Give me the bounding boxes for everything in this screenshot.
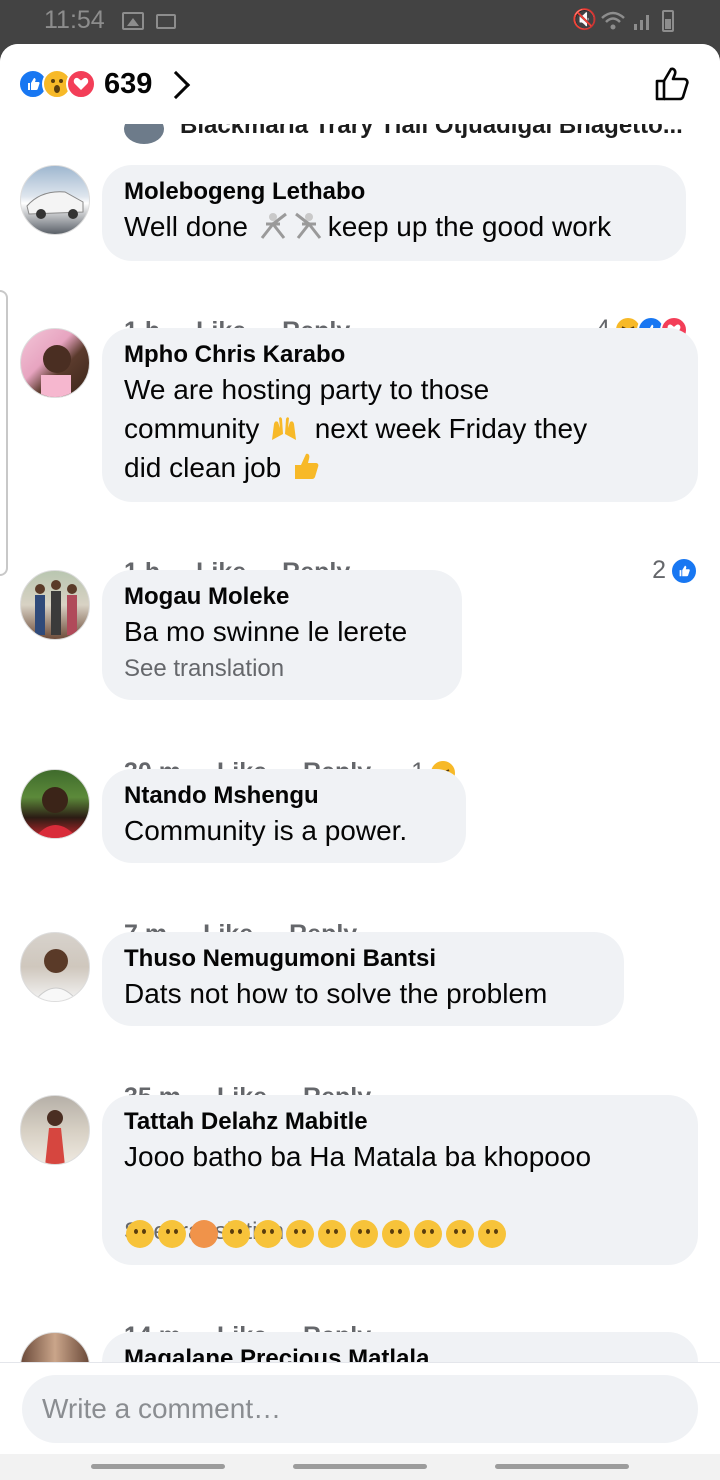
- comment-text: We are hosting party to those community n…: [124, 370, 676, 487]
- avatar[interactable]: [20, 1095, 90, 1165]
- comment-bubble[interactable]: Mogau Moleke Ba mo swinne le lerete See …: [102, 570, 462, 700]
- edge-panel-handle[interactable]: [0, 290, 8, 576]
- smirking-face-emoji-icon: [350, 1220, 378, 1248]
- comment-reaction-count: 2: [652, 556, 666, 584]
- comment-author[interactable]: Mogau Moleke: [124, 582, 440, 612]
- crying-face-emoji-icon: [126, 1220, 154, 1248]
- raising-hands-emoji-icon: [269, 413, 297, 441]
- like-outline-icon[interactable]: [652, 64, 692, 104]
- thumbs-up-emoji-icon: [291, 451, 319, 479]
- comment-text-line: We are hosting party to those: [124, 374, 490, 405]
- love-icon: [66, 69, 96, 99]
- face-with-hand-over-mouth-emoji-icon: [382, 1220, 410, 1248]
- comment-bubble[interactable]: Tattah Delahz Mabitle Jooo batho ba Ha M…: [102, 1095, 698, 1265]
- comment-bubble[interactable]: Thuso Nemugumoni Bantsi Dats not how to …: [102, 932, 624, 1026]
- comment-text: Community is a power.: [124, 815, 408, 846]
- smirking-face-emoji-icon: [318, 1220, 346, 1248]
- comment-text-part: next week Friday they: [314, 413, 588, 444]
- comment-text-part: community: [124, 413, 260, 444]
- mute-icon: 🔇: [572, 9, 597, 31]
- emoji-row: [124, 1176, 676, 1248]
- avatar[interactable]: [20, 570, 90, 640]
- fencer-emoji-icon: [294, 211, 326, 239]
- smirking-face-emoji-icon: [222, 1220, 250, 1248]
- avatar[interactable]: [20, 932, 90, 1002]
- card-icon: [156, 14, 176, 29]
- face-with-hand-over-mouth-emoji-icon: [414, 1220, 442, 1248]
- chevron-right-icon: [162, 70, 191, 100]
- navigation-bar: [0, 1454, 720, 1480]
- avatar[interactable]: [20, 165, 90, 235]
- signal-icon: [634, 15, 649, 30]
- reaction-summary[interactable]: 639: [18, 66, 191, 102]
- reaction-count: 639: [104, 67, 153, 100]
- comment-text-part: Well done: [124, 211, 249, 242]
- person-facepalming-emoji-icon: [190, 1220, 218, 1248]
- comment-author[interactable]: Thuso Nemugumoni Bantsi: [124, 944, 602, 974]
- status-time: 11:54: [44, 6, 105, 34]
- comments-sheet: 639 Blackmaria Trary Tlali Otjuadigal Bn…: [0, 44, 720, 1480]
- comment-author[interactable]: Ntando Mshengu: [124, 781, 444, 811]
- comment-text-part: keep up the good work: [327, 211, 612, 242]
- comment-text: Dats not how to solve the problem: [124, 978, 548, 1009]
- smirking-face-emoji-icon: [286, 1220, 314, 1248]
- status-bar: 11:54 🔇: [0, 0, 720, 44]
- smirking-face-emoji-icon: [254, 1220, 282, 1248]
- comment-input[interactable]: [22, 1375, 698, 1443]
- face-with-hand-over-mouth-emoji-icon: [446, 1220, 474, 1248]
- nav-recent-apps-button[interactable]: [91, 1464, 225, 1469]
- comment-reactions[interactable]: 2: [652, 556, 698, 585]
- comment-author[interactable]: Mpho Chris Karabo: [124, 340, 676, 370]
- comment-text: Jooo batho ba Ha Matala ba khopooo: [124, 1141, 592, 1172]
- face-with-hand-over-mouth-emoji-icon: [478, 1220, 506, 1248]
- comment-author[interactable]: Tattah Delahz Mabitle: [124, 1107, 676, 1137]
- comment-composer: [0, 1362, 720, 1480]
- avatar[interactable]: [20, 769, 90, 839]
- avatar[interactable]: [20, 328, 90, 398]
- comment-bubble[interactable]: Molebogeng Lethabo Well done keep up the…: [102, 165, 686, 261]
- battery-icon: [662, 10, 674, 32]
- nav-back-button[interactable]: [495, 1464, 629, 1469]
- comment-bubble[interactable]: Mpho Chris Karabo We are hosting party t…: [102, 328, 698, 502]
- pleading-face-emoji-icon: [158, 1220, 186, 1248]
- comment-text: Well done keep up the good work: [124, 207, 664, 246]
- comment-text-line: did clean job: [124, 452, 282, 483]
- comment-bubble[interactable]: Ntando Mshengu Community is a power.: [102, 769, 466, 863]
- comment-text: Ba mo swinne le lerete: [124, 616, 408, 647]
- wifi-icon: [601, 11, 625, 30]
- see-translation-link[interactable]: See translation: [124, 653, 440, 685]
- fencer-emoji-icon: [258, 211, 290, 239]
- gallery-icon: [122, 12, 144, 30]
- comment-author[interactable]: Molebogeng Lethabo: [124, 177, 664, 207]
- nav-home-button[interactable]: [293, 1464, 427, 1469]
- like-icon: [670, 556, 698, 585]
- reactions-header: 639: [0, 44, 720, 124]
